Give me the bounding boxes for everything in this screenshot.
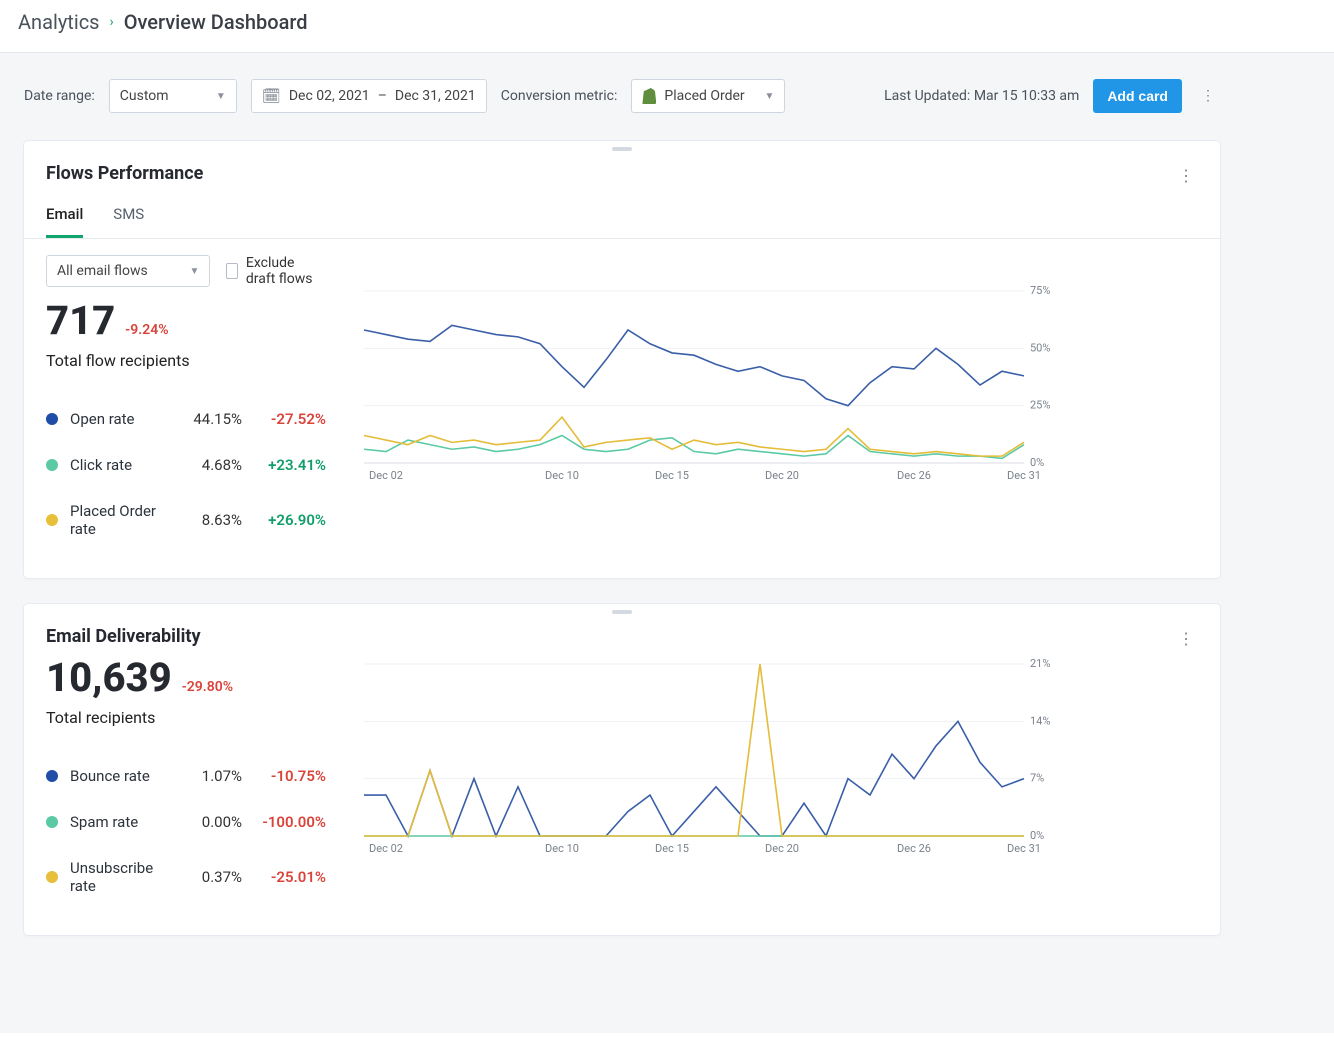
series-color-icon (46, 514, 58, 526)
svg-text:14%: 14% (1030, 714, 1050, 727)
svg-text:Dec 10: Dec 10 (545, 469, 579, 482)
card-more-menu[interactable]: ⋮ (1174, 163, 1198, 187)
drag-handle-icon[interactable] (612, 610, 632, 614)
series-color-icon (46, 816, 58, 828)
card-title: Email Deliverability (46, 626, 201, 647)
svg-text:0%: 0% (1030, 829, 1044, 842)
svg-text:Dec 02: Dec 02 (369, 842, 403, 855)
series-color-icon (46, 871, 58, 883)
svg-text:7%: 7% (1030, 772, 1044, 785)
metric-click-rate[interactable]: Click rate 4.68% +23.41% (46, 442, 326, 488)
svg-text:21%: 21% (1030, 658, 1050, 670)
card-flows-performance: Flows Performance ⋮ Email SMS All email … (24, 141, 1220, 578)
conversion-metric-select[interactable]: Placed Order ▼ (631, 79, 785, 113)
svg-text:Dec 31: Dec 31 (1007, 842, 1041, 855)
total-recipients-delta: -29.80% (182, 679, 233, 695)
total-recipients-value: 717 (46, 301, 115, 341)
conversion-metric-label: Conversion metric: (501, 88, 618, 104)
breadcrumb: Analytics › Overview Dashboard (0, 0, 1334, 53)
metric-placed-order-rate[interactable]: Placed Order rate 8.63% +26.90% (46, 488, 326, 552)
total-recipients-label: Total flow recipients (46, 351, 326, 370)
chevron-right-icon: › (110, 14, 114, 30)
tab-sms[interactable]: SMS (113, 205, 144, 238)
series-color-icon (46, 770, 58, 782)
svg-text:Dec 15: Dec 15 (655, 469, 689, 482)
total-recipients-label: Total recipients (46, 708, 326, 727)
date-range-preset-value: Custom (120, 88, 169, 104)
tab-email[interactable]: Email (46, 205, 83, 238)
caret-down-icon: ▼ (764, 91, 774, 102)
caret-down-icon: ▼ (190, 266, 200, 277)
date-range-end: Dec 31, 2021 (395, 88, 476, 104)
add-card-button[interactable]: Add card (1093, 79, 1182, 113)
flows-filter-select[interactable]: All email flows ▼ (46, 255, 210, 287)
svg-text:Dec 10: Dec 10 (545, 842, 579, 855)
total-recipients-value: 10,639 (46, 658, 172, 698)
calendar-icon: 🗓 (262, 87, 281, 105)
metric-spam-rate[interactable]: Spam rate 0.00% -100.00% (46, 799, 326, 845)
last-updated: Last Updated: Mar 15 10:33 am (884, 88, 1079, 104)
svg-text:25%: 25% (1030, 399, 1050, 412)
svg-text:Dec 26: Dec 26 (897, 469, 931, 482)
svg-text:0%: 0% (1030, 456, 1044, 469)
date-range-preset-select[interactable]: Custom ▼ (109, 79, 237, 113)
date-range-sep: – (378, 88, 387, 104)
svg-text:Dec 20: Dec 20 (765, 469, 799, 482)
series-color-icon (46, 459, 58, 471)
channel-tabs: Email SMS (24, 187, 1220, 239)
breadcrumb-current: Overview Dashboard (124, 10, 308, 34)
deliverability-chart: 0% 7% 14% 21% Dec 02 Dec 10 Dec 15 Dec 20 Dec 26… (360, 658, 1060, 858)
breadcrumb-parent[interactable]: Analytics (18, 10, 100, 34)
checkbox-icon (226, 263, 237, 279)
date-range-label: Date range: (24, 88, 95, 104)
svg-text:Dec 15: Dec 15 (655, 842, 689, 855)
metric-bounce-rate[interactable]: Bounce rate 1.07% -10.75% (46, 753, 326, 799)
date-range-start: Dec 02, 2021 (289, 88, 370, 104)
svg-text:50%: 50% (1030, 341, 1050, 354)
series-color-icon (46, 413, 58, 425)
metric-open-rate[interactable]: Open rate 44.15% -27.52% (46, 396, 326, 442)
svg-text:Dec 02: Dec 02 (369, 469, 403, 482)
conversion-metric-value: Placed Order (664, 88, 744, 104)
total-recipients-delta: -9.24% (125, 322, 168, 338)
svg-text:75%: 75% (1030, 285, 1050, 297)
card-title: Flows Performance (46, 163, 203, 184)
svg-text:Dec 26: Dec 26 (897, 842, 931, 855)
metric-unsubscribe-rate[interactable]: Unsubscribe rate 0.37% -25.01% (46, 845, 326, 909)
exclude-drafts-label: Exclude draft flows (246, 255, 326, 287)
flows-filter-value: All email flows (57, 263, 148, 279)
shopify-icon (642, 88, 656, 104)
date-range-picker[interactable]: 🗓 Dec 02, 2021 – Dec 31, 2021 (251, 79, 487, 113)
flows-chart: 0% 25% 50% 75% Dec 02 Dec 10 Dec 15 Dec 20 Dec 2… (360, 285, 1060, 485)
drag-handle-icon[interactable] (612, 147, 632, 151)
dashboard-more-menu[interactable]: ⋮ (1196, 84, 1220, 108)
caret-down-icon: ▼ (216, 91, 226, 102)
exclude-drafts-checkbox[interactable]: Exclude draft flows (226, 255, 326, 287)
dashboard-toolbar: Date range: Custom ▼ 🗓 Dec 02, 2021 – De… (24, 79, 1220, 113)
card-more-menu[interactable]: ⋮ (1174, 626, 1198, 650)
card-email-deliverability: Email Deliverability ⋮ 10,639 -29.80% To… (24, 604, 1220, 935)
svg-text:Dec 31: Dec 31 (1007, 469, 1041, 482)
svg-text:Dec 20: Dec 20 (765, 842, 799, 855)
